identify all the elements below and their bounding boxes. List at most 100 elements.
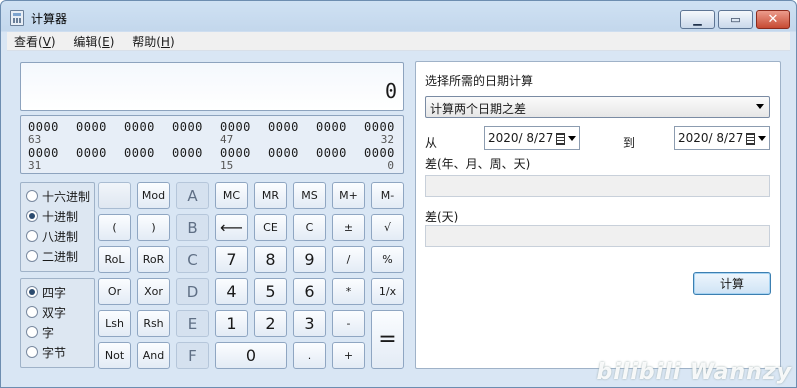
divide-key[interactable]: / — [332, 246, 365, 273]
hex-c-key[interactable]: C — [176, 246, 209, 273]
calculate-button[interactable]: 计算 — [693, 272, 771, 295]
radio-dot — [26, 346, 38, 358]
digit-7-key[interactable]: 7 — [215, 246, 248, 273]
radio-label: 二进制 — [42, 249, 79, 264]
memory-add-key[interactable]: M+ — [332, 182, 365, 209]
title-bar[interactable]: 计算器 ▁ ▭ ✕ — [1, 1, 796, 32]
calculator-panel: 0 0000 0000 0000 0000 0000 0000 0000 000… — [18, 61, 407, 369]
to-date-picker[interactable]: 2020/ 8/27 — [674, 126, 770, 150]
hex-b-key[interactable]: B — [176, 214, 209, 241]
xor-key[interactable]: Xor — [137, 278, 170, 305]
digit-0-key[interactable]: 0 — [215, 342, 287, 369]
bit-index-label: 15 — [220, 159, 234, 172]
memory-clear-key[interactable]: MC — [215, 182, 248, 209]
bit-display: 0000 0000 0000 0000 0000 0000 0000 0000 … — [20, 115, 404, 174]
hex-a-key[interactable]: A — [176, 182, 209, 209]
clear-key[interactable]: C — [293, 214, 326, 241]
radio-dword[interactable]: 双字 — [26, 304, 66, 320]
sqrt-key[interactable]: √ — [371, 214, 404, 241]
percent-key[interactable]: % — [371, 246, 404, 273]
blank-key[interactable] — [98, 182, 131, 209]
hex-e-key[interactable]: E — [176, 310, 209, 337]
radio-qword[interactable]: 四字 — [26, 284, 66, 300]
bit-index-label: 0 — [387, 159, 394, 172]
menu-edit[interactable]: 编辑(E) — [66, 32, 121, 51]
menu-help[interactable]: 帮助(H) — [125, 32, 181, 51]
digit-6-key[interactable]: 6 — [293, 278, 326, 305]
subtract-key[interactable]: - — [332, 310, 365, 337]
digit-2-key[interactable]: 2 — [254, 310, 287, 337]
left-paren-key[interactable]: ( — [98, 214, 131, 241]
mod-key[interactable]: Mod — [137, 182, 170, 209]
diff-days-label: 差(天) — [425, 210, 459, 224]
clear-entry-key[interactable]: CE — [254, 214, 287, 241]
radio-oct[interactable]: 八进制 — [26, 228, 78, 244]
digit-9-key[interactable]: 9 — [293, 246, 326, 273]
bit-group: 0000 — [220, 120, 251, 134]
hex-f-key[interactable]: F — [176, 342, 209, 369]
hex-d-key[interactable]: D — [176, 278, 209, 305]
radio-word[interactable]: 字 — [26, 324, 54, 340]
and-key[interactable]: And — [137, 342, 170, 369]
digit-5-key[interactable]: 5 — [254, 278, 287, 305]
plus-minus-key[interactable]: ± — [332, 214, 365, 241]
chevron-down-icon — [758, 136, 766, 141]
radio-hex[interactable]: 十六进制 — [26, 188, 90, 204]
right-paren-key[interactable]: ) — [137, 214, 170, 241]
digit-8-key[interactable]: 8 — [254, 246, 287, 273]
or-key[interactable]: Or — [98, 278, 131, 305]
decimal-key[interactable]: . — [293, 342, 326, 369]
radio-bin[interactable]: 二进制 — [26, 248, 78, 264]
equals-key[interactable]: = — [371, 310, 404, 369]
window-title: 计算器 — [31, 12, 68, 26]
radio-label: 双字 — [42, 305, 67, 320]
not-key[interactable]: Not — [98, 342, 131, 369]
bit-index-label: 32 — [380, 133, 394, 146]
chevron-down-icon — [568, 136, 576, 141]
from-label: 从 — [425, 136, 438, 150]
memory-store-key[interactable]: MS — [293, 182, 326, 209]
radio-label: 字 — [42, 325, 55, 340]
bit-index-label: 47 — [220, 133, 234, 146]
bit-group: 0000 — [220, 146, 251, 160]
digit-1-key[interactable]: 1 — [215, 310, 248, 337]
calendar-icon — [746, 133, 755, 145]
radio-label: 八进制 — [42, 229, 79, 244]
bit-group: 0000 — [76, 146, 107, 160]
maximize-icon: ▭ — [730, 13, 741, 26]
right-shift-key[interactable]: Rsh — [137, 310, 170, 337]
minimize-button[interactable]: ▁ — [680, 10, 715, 29]
diff-ymwd-label: 差(年、月、周、天) — [425, 157, 531, 171]
date-calc-mode-select[interactable]: 计算两个日期之差 — [425, 96, 770, 118]
from-date-picker[interactable]: 2020/ 8/27 — [484, 126, 580, 150]
radio-dot — [26, 286, 38, 298]
bit-labels-low: 31 15 0 — [28, 159, 394, 172]
radio-label: 字节 — [42, 345, 67, 360]
menu-view[interactable]: 查看(V) — [7, 32, 63, 51]
close-button[interactable]: ✕ — [756, 10, 790, 29]
multiply-key[interactable]: * — [332, 278, 365, 305]
bit-group: 0000 — [268, 120, 299, 134]
maximize-button[interactable]: ▭ — [718, 10, 753, 29]
memory-subtract-key[interactable]: M- — [371, 182, 404, 209]
reciprocal-key[interactable]: 1/x — [371, 278, 404, 305]
radio-label: 十进制 — [42, 209, 79, 224]
left-shift-key[interactable]: Lsh — [98, 310, 131, 337]
digit-3-key[interactable]: 3 — [293, 310, 326, 337]
bit-group: 0000 — [316, 146, 347, 160]
bit-group: 0000 — [316, 120, 347, 134]
radio-dot — [26, 210, 38, 222]
radio-dec[interactable]: 十进制 — [26, 208, 78, 224]
backspace-key[interactable]: ⟵ — [215, 214, 248, 241]
radio-byte[interactable]: 字节 — [26, 344, 66, 360]
add-key[interactable]: + — [332, 342, 365, 369]
digit-4-key[interactable]: 4 — [215, 278, 248, 305]
date-calc-mode-value: 计算两个日期之差 — [430, 102, 527, 116]
rotate-left-key[interactable]: RoL — [98, 246, 131, 273]
from-date-value: 2020/ 8/27 — [488, 131, 554, 145]
calendar-icon — [556, 133, 565, 145]
display-value: 0 — [384, 79, 397, 103]
memory-recall-key[interactable]: MR — [254, 182, 287, 209]
result-display: 0 — [20, 62, 404, 111]
rotate-right-key[interactable]: RoR — [137, 246, 170, 273]
